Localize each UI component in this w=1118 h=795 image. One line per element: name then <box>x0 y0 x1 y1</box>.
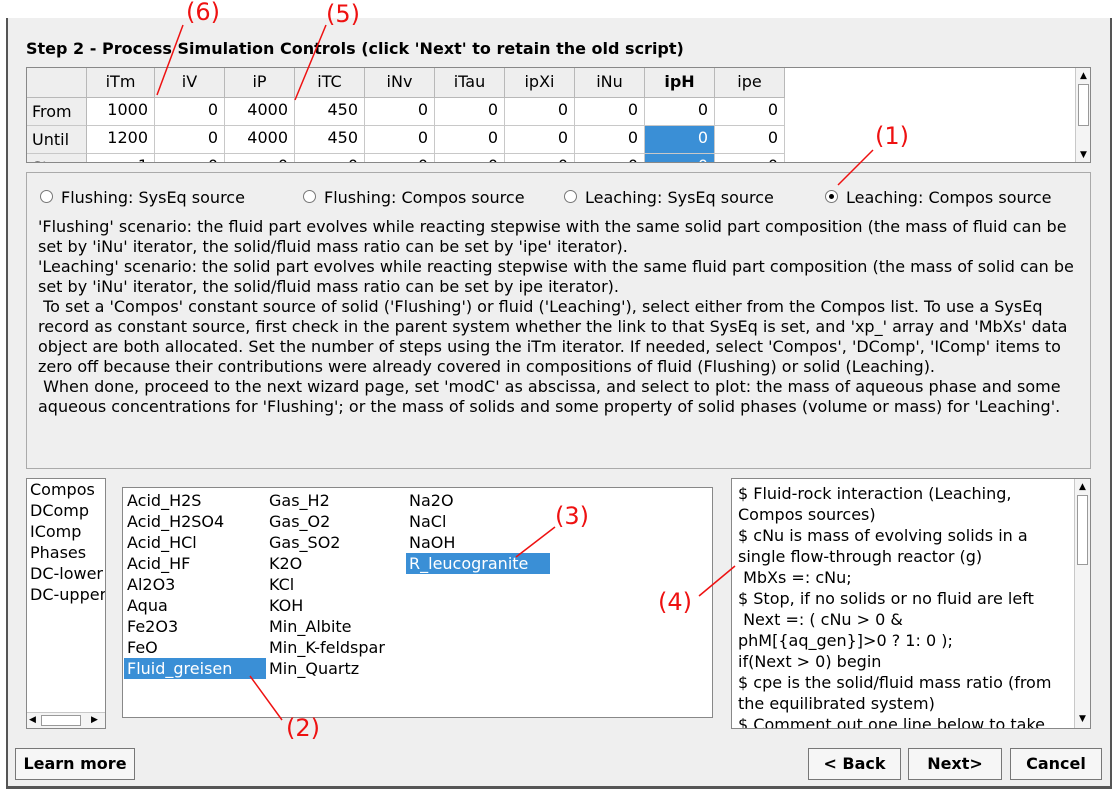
annotation-label-5: (5) <box>326 0 360 28</box>
annotation-label-3: (3) <box>555 502 589 530</box>
annotation-lines <box>156 24 874 721</box>
annotation-label-2: (2) <box>286 714 320 742</box>
annotation-line-6 <box>156 24 184 96</box>
annotation-line-3 <box>515 526 556 558</box>
annotation-label-4: (4) <box>658 588 692 616</box>
annotation-line-5 <box>294 24 327 101</box>
annotation-line-4 <box>698 565 736 597</box>
annotation-line-2 <box>249 675 283 721</box>
annotation-label-1: (1) <box>875 122 909 150</box>
annotation-line-1 <box>837 149 874 186</box>
annotation-label-6: (6) <box>186 0 220 26</box>
